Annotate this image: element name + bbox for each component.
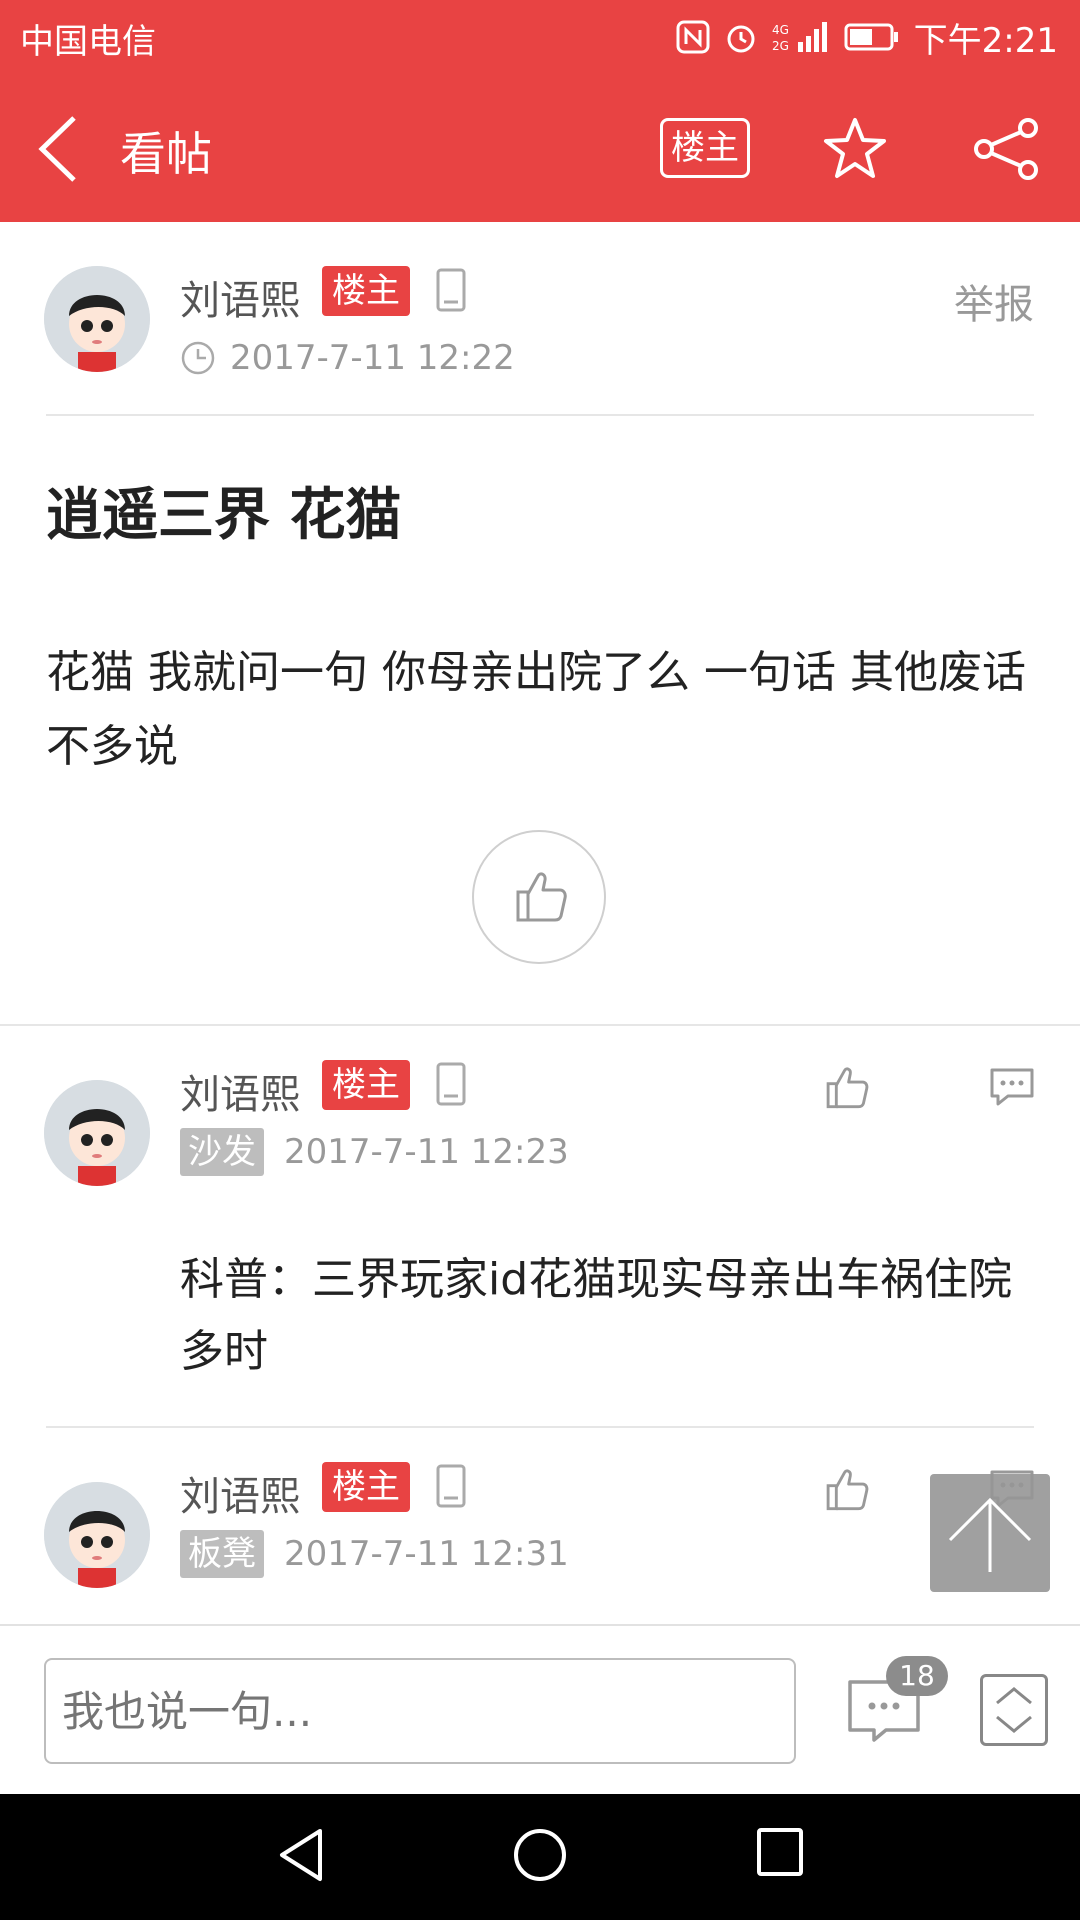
avatar[interactable]: [44, 1482, 150, 1588]
phone-icon: [436, 1062, 466, 1106]
floor-badge: 沙发: [180, 1128, 264, 1176]
app-header: 看帖 楼主: [0, 74, 1080, 222]
reply-time: 2017-7-11 12:23: [284, 1132, 569, 1172]
nav-home-icon[interactable]: [512, 1827, 568, 1883]
reply-input[interactable]: [44, 1658, 796, 1764]
reply-bar: 18: [0, 1624, 1080, 1794]
reply-time: 2017-7-11 12:31: [284, 1534, 569, 1574]
battery-icon: [844, 23, 898, 51]
arrow-up-icon: [948, 1497, 1032, 1572]
page-title: 看帖: [120, 127, 212, 181]
clock: 下午2:21: [913, 20, 1058, 61]
phone-icon: [436, 1464, 466, 1508]
reply-text: 科普：三界玩家id花猫现实母亲出车祸住院多时: [180, 1254, 1013, 1377]
post-title: 逍遥三界 花猫: [46, 483, 402, 548]
thumbs-up-icon[interactable]: [824, 1466, 870, 1512]
owner-badge: 楼主: [322, 1462, 410, 1512]
post-body: 花猫 我就问一句 你母亲出院了么 一句话 其他废话不多说: [46, 647, 1026, 772]
carrier-label: 中国电信: [20, 22, 156, 62]
up-down-arrows-icon: [996, 1687, 1032, 1733]
thumbs-up-icon[interactable]: [824, 1064, 870, 1110]
reply-author-name[interactable]: 刘语熙: [180, 1062, 300, 1120]
nav-back-icon[interactable]: [276, 1827, 326, 1883]
clock-icon: [181, 341, 215, 375]
nav-recents-icon[interactable]: [756, 1827, 804, 1877]
comment-icon[interactable]: [988, 1066, 1036, 1108]
reply-author-name[interactable]: 刘语熙: [180, 1464, 300, 1522]
avatar[interactable]: [44, 1080, 150, 1186]
avatar-icon: [44, 266, 150, 372]
report-button[interactable]: 举报: [954, 272, 1034, 330]
phone-icon: [436, 268, 466, 312]
like-button[interactable]: [472, 830, 606, 964]
floor-badge: 板凳: [180, 1530, 264, 1578]
owner-badge: 楼主: [322, 266, 410, 316]
scroll-to-top-button[interactable]: [930, 1474, 1050, 1592]
status-icons: 4G 2G 下午2:21: [676, 12, 1058, 62]
owner-badge: 楼主: [322, 1060, 410, 1110]
svg-text:4G: 4G: [772, 23, 789, 37]
divider: [46, 1426, 1034, 1428]
svg-text:2G: 2G: [772, 39, 789, 53]
avatar-icon: [44, 1080, 150, 1186]
author-name[interactable]: 刘语熙: [180, 268, 300, 326]
divider: [0, 1024, 1080, 1026]
status-bar: 中国电信 4G 2G 下午2:21: [0, 0, 1080, 74]
nfc-icon: [676, 20, 710, 54]
page-jump-button[interactable]: [980, 1674, 1048, 1746]
divider: [46, 414, 1034, 416]
thumbs-up-icon: [516, 872, 567, 922]
alarm-icon: [727, 25, 755, 53]
signal-icon: 4G2G: [772, 22, 827, 53]
avatar[interactable]: [44, 266, 150, 372]
only-owner-button[interactable]: 楼主: [660, 118, 750, 178]
system-nav-bar: [0, 1794, 1080, 1920]
comment-count-badge: 18: [886, 1656, 948, 1696]
avatar-icon: [44, 1482, 150, 1588]
back-arrow-icon[interactable]: [34, 114, 84, 184]
post-time: 2017-7-11 12:22: [230, 338, 515, 378]
star-icon[interactable]: [822, 116, 888, 182]
share-icon[interactable]: [972, 116, 1040, 182]
